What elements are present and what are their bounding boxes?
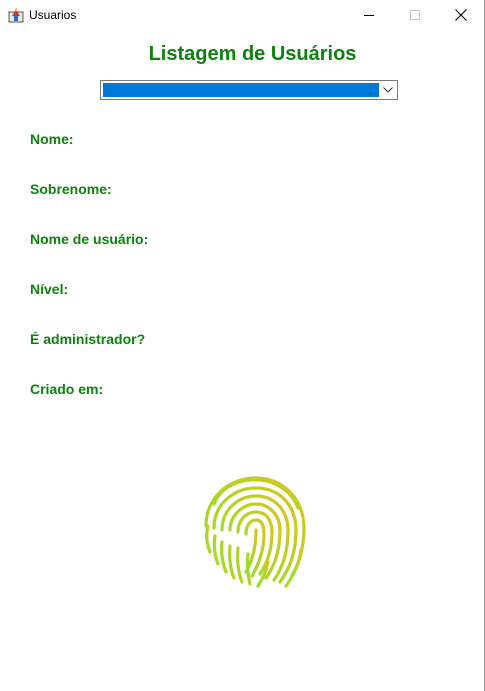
user-select-value[interactable] [103,83,379,97]
minimize-button[interactable] [346,0,392,30]
user-select[interactable] [100,80,398,100]
label-nome-de-usuario: Nome de usuário: [30,231,149,247]
java-app-icon [8,7,24,23]
label-nome: Nome: [30,131,74,147]
maximize-button[interactable] [392,0,438,30]
app-window: Usuarios Listagem de Usuários Nome: Sobr… [0,0,485,691]
page-title: Listagem de Usuários [148,43,357,65]
user-select-arrow[interactable] [380,82,396,98]
label-administrador: É administrador? [30,331,146,347]
maximize-icon [410,10,420,20]
close-button[interactable] [438,0,484,30]
fingerprint-icon [204,476,306,588]
label-criado-em: Criado em: [30,381,104,397]
close-icon [455,9,467,21]
chevron-down-icon [383,87,393,93]
minimize-icon [364,15,374,16]
title-bar[interactable]: Usuarios [0,0,484,30]
label-nivel: Nível: [30,281,69,297]
label-sobrenome: Sobrenome: [30,181,112,197]
window-title: Usuarios [29,8,77,22]
